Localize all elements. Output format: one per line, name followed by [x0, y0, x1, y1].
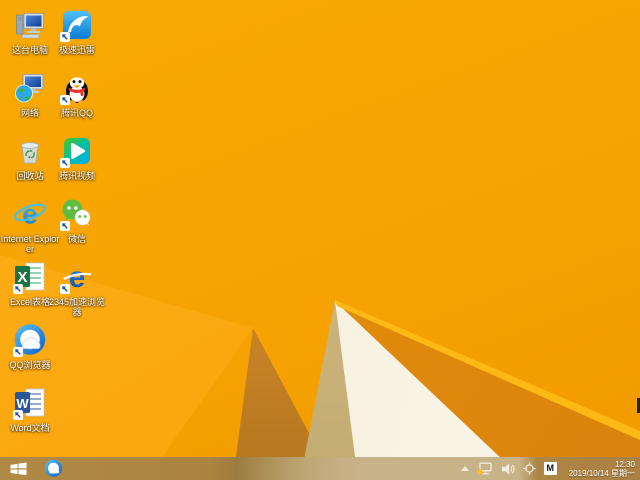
computer-icon: [13, 8, 47, 42]
desktop-icon-label: QQ浏览器: [9, 360, 51, 370]
desktop-icon-wechat[interactable]: 微信: [47, 197, 107, 244]
desktop-icon-tencent-video[interactable]: 腾讯视频: [47, 134, 107, 181]
excel-icon: X: [13, 260, 47, 294]
desktop-icon-browser-2345[interactable]: e 2345加速浏览器: [47, 260, 107, 317]
clock-date: 2019/10/14 星期一: [568, 468, 635, 478]
desktop-icon-tencent-qq[interactable]: 腾讯QQ: [47, 71, 107, 118]
volume-tray[interactable]: [501, 462, 515, 476]
wechat-icon: [60, 197, 94, 231]
desktop-icon-label: Word文档: [10, 423, 50, 433]
speaker-icon: [501, 462, 515, 475]
taskbar-pinned-qq-browser[interactable]: [40, 457, 66, 480]
shortcut-arrow-icon: [60, 95, 70, 105]
desktop-icon-qq-browser[interactable]: QQ浏览器: [0, 323, 60, 370]
start-button[interactable]: [0, 457, 36, 480]
desktop-icon-label: 微信: [67, 234, 86, 244]
windows-logo-icon: [9, 462, 27, 476]
desktop: 这台电脑 极速迅雷 网络 腾讯QQ 回收站 腾讯视频 e Internet Ex…: [0, 0, 640, 480]
up-arrow-icon: [460, 466, 469, 471]
crosshair-circle-icon: [523, 462, 536, 475]
desktop-icon-label: 腾讯QQ: [60, 108, 93, 118]
pointer-target-tray[interactable]: [523, 462, 536, 475]
svg-text:W: W: [16, 396, 29, 411]
e2345-icon: e: [60, 260, 94, 294]
shortcut-arrow-icon: [60, 284, 70, 294]
desktop-icon-thunder[interactable]: 极速迅雷: [47, 8, 107, 55]
shortcut-arrow-icon: [60, 32, 70, 42]
svg-text:e: e: [22, 199, 38, 230]
desktop-icon-grid: 这台电脑 极速迅雷 网络 腾讯QQ 回收站 腾讯视频 e Internet Ex…: [0, 0, 640, 480]
shortcut-arrow-icon: [13, 347, 23, 357]
desktop-icon-label: 极速迅雷: [58, 45, 95, 55]
thunder-icon: [60, 8, 94, 42]
desktop-icon-word[interactable]: W Word文档: [0, 386, 60, 433]
clock-time: 12:30: [614, 459, 635, 469]
word-icon: W: [13, 386, 47, 420]
desktop-icon-label: 2345加速浏览器: [48, 297, 106, 317]
desktop-icon-label: 腾讯视频: [58, 171, 95, 181]
ime-indicator[interactable]: M: [543, 462, 557, 475]
hidden-icons-expander[interactable]: [460, 466, 469, 471]
recycle-icon: [13, 134, 47, 168]
shortcut-arrow-icon: [60, 221, 70, 231]
qq-browser-icon: [44, 459, 63, 478]
svg-text:e: e: [69, 261, 86, 294]
ie-icon: e: [13, 197, 47, 231]
shortcut-arrow-icon: [13, 410, 23, 420]
tvideo-icon: [60, 134, 94, 168]
system-tray: M 12:30 2019/10/14 星期一: [460, 460, 640, 478]
shortcut-arrow-icon: [60, 158, 70, 168]
tray-clock[interactable]: 12:30 2019/10/14 星期一: [569, 460, 635, 478]
ime-m-icon: M: [543, 462, 557, 475]
network-warning-icon: [476, 462, 492, 475]
taskbar: M 12:30 2019/10/14 星期一: [0, 457, 640, 480]
network-status-tray[interactable]: [476, 462, 493, 476]
qq-icon: [60, 71, 94, 105]
qqbrowser-icon: [13, 323, 47, 357]
shortcut-arrow-icon: [13, 284, 23, 294]
network-icon: [13, 71, 47, 105]
